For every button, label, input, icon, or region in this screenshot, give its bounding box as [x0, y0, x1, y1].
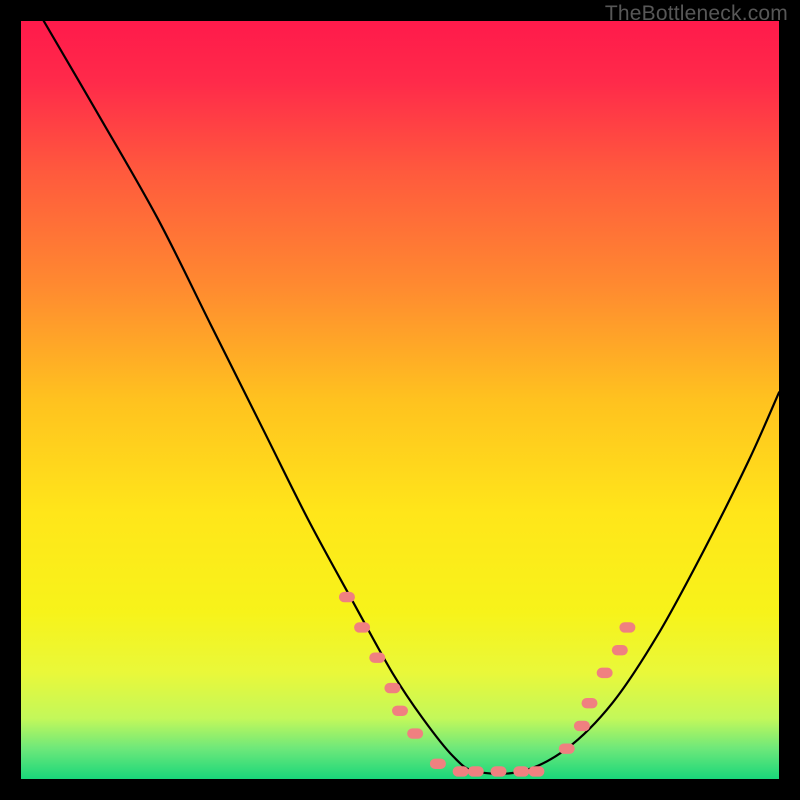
highlight-dot	[453, 766, 469, 776]
highlight-dot	[619, 622, 635, 632]
highlight-dot	[430, 759, 446, 769]
highlight-dot	[392, 706, 408, 716]
highlight-dot	[384, 683, 400, 693]
highlight-dot	[513, 766, 529, 776]
highlight-dot	[582, 698, 598, 708]
highlight-dot	[369, 653, 385, 663]
watermark-text: TheBottleneck.com	[605, 2, 788, 26]
highlight-dot	[574, 721, 590, 731]
highlight-dot	[407, 728, 423, 738]
chart-frame: TheBottleneck.com	[0, 0, 800, 800]
plot-area	[21, 21, 779, 779]
highlight-dot	[339, 592, 355, 602]
highlight-dot	[468, 766, 484, 776]
highlight-dot	[559, 743, 575, 753]
highlight-dot	[612, 645, 628, 655]
curve-layer	[21, 21, 779, 779]
highlight-dot	[491, 766, 507, 776]
highlight-dots	[339, 592, 635, 777]
highlight-dot	[354, 622, 370, 632]
highlight-dot	[528, 766, 544, 776]
bottleneck-curve	[44, 21, 779, 774]
highlight-dot	[597, 668, 613, 678]
